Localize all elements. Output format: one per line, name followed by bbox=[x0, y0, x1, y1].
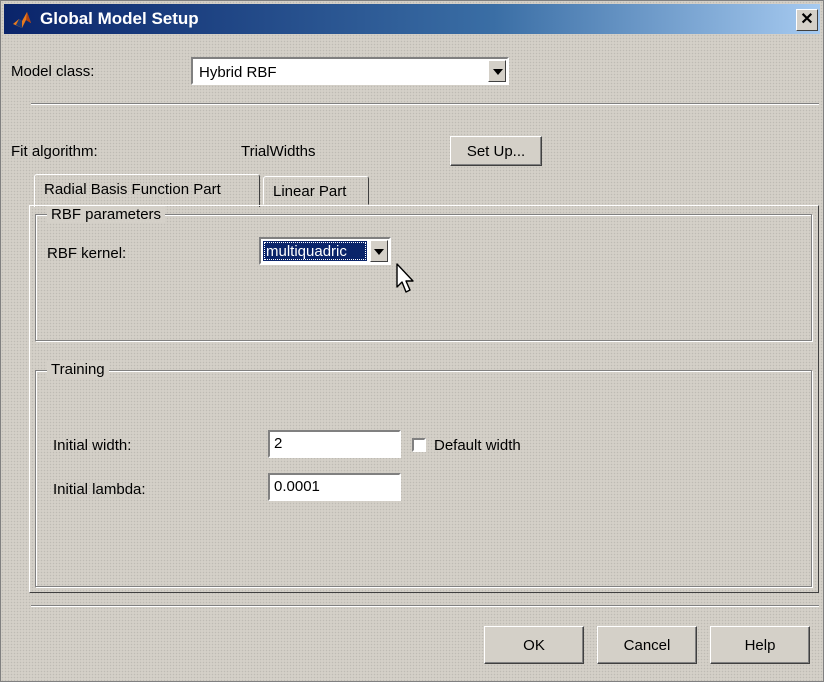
tab-label: Linear Part bbox=[273, 183, 347, 200]
initial-width-label: Initial width: bbox=[53, 437, 132, 454]
initial-width-input[interactable] bbox=[274, 435, 394, 452]
ok-button-label: OK bbox=[523, 637, 545, 654]
rbf-kernel-value: multiquadric bbox=[266, 243, 347, 260]
cancel-button[interactable]: Cancel bbox=[597, 626, 697, 664]
mouse-pointer-icon bbox=[396, 263, 414, 293]
model-class-select[interactable]: Hybrid RBF bbox=[191, 57, 509, 85]
fit-algorithm-label: Fit algorithm: bbox=[11, 143, 98, 160]
cancel-button-label: Cancel bbox=[623, 637, 671, 654]
help-button-label: Help bbox=[744, 637, 776, 654]
ok-button[interactable]: OK bbox=[484, 626, 584, 664]
chevron-down-icon[interactable] bbox=[370, 240, 388, 262]
rbf-kernel-select[interactable]: multiquadric bbox=[259, 237, 391, 265]
divider bbox=[31, 103, 819, 105]
rbf-parameters-group bbox=[35, 214, 812, 341]
close-icon: ✕ bbox=[800, 11, 814, 28]
window-title: Global Model Setup bbox=[40, 9, 199, 28]
default-width-checkbox[interactable] bbox=[412, 438, 426, 452]
initial-width-field[interactable] bbox=[268, 430, 401, 458]
initial-lambda-label: Initial lambda: bbox=[53, 481, 146, 498]
setup-button-label: Set Up... bbox=[466, 143, 526, 160]
default-width-label: Default width bbox=[434, 437, 521, 454]
initial-lambda-field[interactable] bbox=[268, 473, 401, 501]
model-class-label: Model class: bbox=[11, 63, 95, 80]
training-title: Training bbox=[47, 361, 109, 378]
training-group bbox=[35, 370, 812, 587]
setup-button[interactable]: Set Up... bbox=[450, 136, 542, 166]
chevron-down-icon[interactable] bbox=[488, 60, 506, 82]
rbf-kernel-label: RBF kernel: bbox=[47, 245, 127, 262]
rbf-parameters-title: RBF parameters bbox=[47, 206, 166, 223]
matlab-icon bbox=[13, 12, 31, 28]
global-model-setup-dialog: Global Model Setup ✕ Model class: Hybrid… bbox=[0, 0, 824, 682]
model-class-value: Hybrid RBF bbox=[199, 64, 277, 81]
tab-linear-part[interactable]: Linear Part bbox=[263, 176, 369, 205]
fit-algorithm-value: TrialWidths bbox=[241, 143, 316, 160]
tab-label: Radial Basis Function Part bbox=[44, 181, 221, 198]
title-bar[interactable]: Global Model Setup ✕ bbox=[4, 4, 820, 34]
tab-radial-basis-function-part[interactable]: Radial Basis Function Part bbox=[34, 174, 260, 207]
rbf-kernel-selected: multiquadric bbox=[263, 241, 367, 261]
divider bbox=[31, 605, 819, 607]
help-button[interactable]: Help bbox=[710, 626, 810, 664]
close-button[interactable]: ✕ bbox=[796, 9, 818, 31]
initial-lambda-input[interactable] bbox=[274, 478, 394, 495]
